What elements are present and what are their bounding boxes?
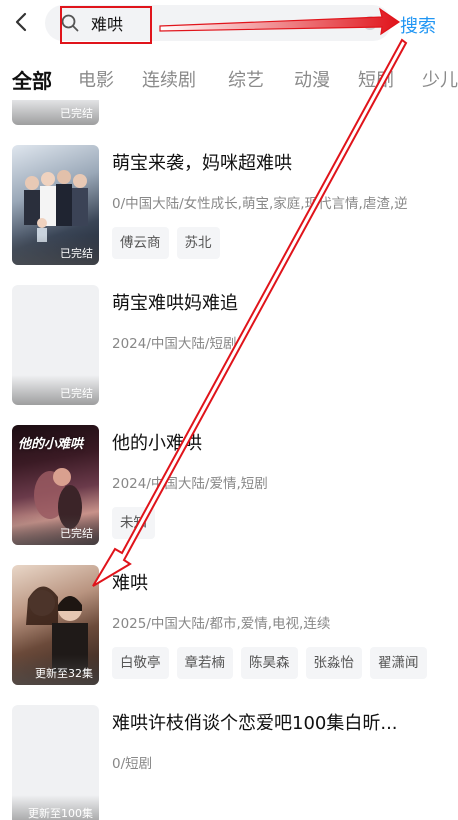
search-button[interactable]: 搜索 [400, 12, 436, 38]
poster-thumbnail[interactable]: 已完结 [12, 145, 99, 265]
cast-tag[interactable]: 张淼怡 [305, 647, 362, 679]
status-badge: 已完结 [60, 527, 93, 540]
tab-all[interactable]: 全部 [12, 65, 52, 94]
cast-tag[interactable]: 翟潇闻 [370, 647, 427, 679]
category-tabs: 全部 电影 连续剧 综艺 动漫 短剧 少儿 [0, 60, 458, 96]
status-badge: 更新至32集 [35, 667, 93, 680]
cast-tags: 未知 [112, 507, 163, 539]
cast-tag[interactable]: 未知 [112, 507, 155, 539]
poster-thumbnail[interactable]: 更新至32集 [12, 565, 99, 685]
cast-tags: 白敬亭 章若楠 陈昊森 张淼怡 翟潇闻 [112, 647, 435, 679]
result-item[interactable]: 已完结 萌宝难哄妈难追 2024/中国大陆/短剧 [0, 285, 458, 407]
result-title[interactable]: 他的小难哄 [112, 429, 202, 455]
tab-kids[interactable]: 少儿 [422, 66, 458, 92]
cast-tag[interactable]: 章若楠 [176, 647, 233, 679]
result-title[interactable]: 萌宝难哄妈难追 [112, 289, 238, 315]
cast-tags: 傅云商 苏北 [112, 227, 228, 259]
result-meta: 0/短剧 [112, 756, 153, 772]
result-meta: 0/中国大陆/女性成长,萌宝,家庭,现代言情,虐渣,逆 [112, 196, 408, 212]
back-arrow-icon[interactable] [10, 10, 34, 34]
cast-tag[interactable]: 苏北 [176, 227, 220, 259]
result-item[interactable]: 已完结 [0, 100, 458, 127]
result-title[interactable]: 难哄许枝俏谈个恋爱吧100集白昕... [112, 709, 398, 735]
result-item[interactable]: 更新至32集 难哄 2025/中国大陆/都市,爱情,电视,连续 白敬亭 章若楠 陈昊… [0, 565, 458, 687]
result-item[interactable]: 更新至100集 难哄许枝俏谈个恋爱吧100集白昕... 0/短剧 [0, 705, 458, 820]
result-title[interactable]: 难哄 [112, 569, 148, 595]
search-result-list: 已完结 已完结 萌宝来袭，妈咪超难哄 0/中国大陆/女性成长,萌宝,家庭,现代言… [0, 100, 458, 820]
result-item[interactable]: 已完结 萌宝来袭，妈咪超难哄 0/中国大陆/女性成长,萌宝,家庭,现代言情,虐渣… [0, 145, 458, 267]
status-badge: 更新至100集 [28, 807, 93, 820]
poster-thumbnail[interactable]: 已完结 [12, 100, 99, 125]
annotation-highlight-box [60, 6, 152, 44]
search-header: 搜索 [0, 0, 458, 50]
clear-input-icon[interactable] [363, 16, 377, 30]
result-meta: 2024/中国大陆/爱情,短剧 [112, 476, 268, 492]
result-meta: 2024/中国大陆/短剧 [112, 336, 237, 352]
result-item[interactable]: 他的小难哄 已完结 他的小难哄 2024/中国大陆/爱情,短剧 未知 [0, 425, 458, 547]
tab-anime[interactable]: 动漫 [294, 66, 330, 92]
cast-tag[interactable]: 傅云商 [112, 227, 169, 259]
poster-thumbnail[interactable]: 他的小难哄 已完结 [12, 425, 99, 545]
cast-tag[interactable]: 陈昊森 [241, 647, 298, 679]
poster-thumbnail[interactable]: 已完结 [12, 285, 99, 405]
tab-series[interactable]: 连续剧 [142, 66, 196, 92]
status-badge: 已完结 [60, 107, 93, 120]
poster-title-art: 他的小难哄 [18, 437, 84, 452]
result-title[interactable]: 萌宝来袭，妈咪超难哄 [112, 149, 292, 175]
tab-variety[interactable]: 综艺 [228, 66, 264, 92]
poster-thumbnail[interactable]: 更新至100集 [12, 705, 99, 820]
result-meta: 2025/中国大陆/都市,爱情,电视,连续 [112, 616, 331, 632]
status-badge: 已完结 [60, 387, 93, 400]
tab-movie[interactable]: 电影 [78, 66, 114, 92]
status-badge: 已完结 [60, 247, 93, 260]
cast-tag[interactable]: 白敬亭 [112, 647, 169, 679]
tab-short-drama[interactable]: 短剧 [358, 66, 394, 92]
